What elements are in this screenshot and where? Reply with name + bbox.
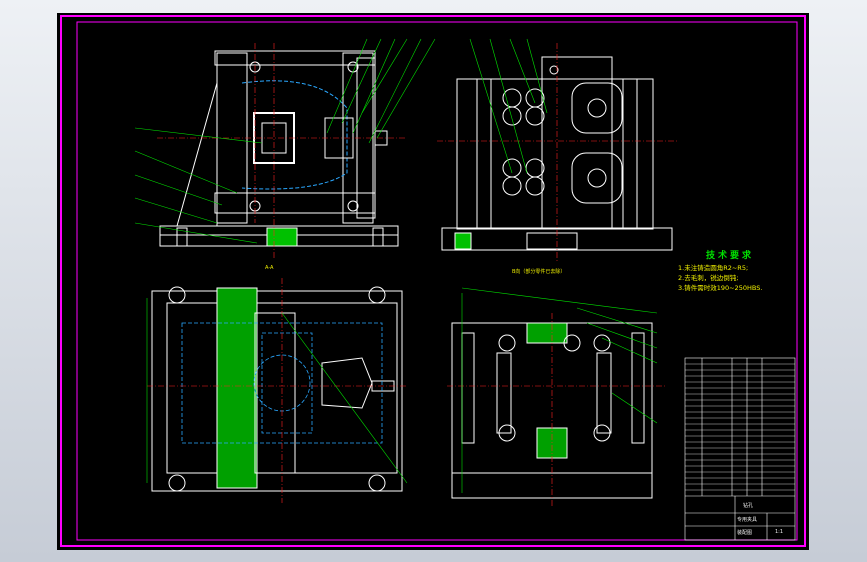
requirement-3: 3.铸件需时效190~250HBS.: [678, 284, 763, 292]
requirement-1: 1.未注铸造圆角R2~R5;: [678, 264, 749, 272]
front-leaders: [134, 38, 436, 244]
parts-list: [684, 357, 796, 541]
title-block-fixture: 专用夹具: [737, 517, 758, 523]
technical-requirements: 技术要求 1.未注铸造圆角R2~R5; 2.去毛刺，锐边倒钝; 3.铸件需时效1…: [678, 251, 828, 293]
plan-view: [151, 286, 403, 492]
technical-requirements-title: 技术要求: [706, 251, 755, 261]
parts-list-rows: [685, 363, 795, 491]
b-view-label: B向（部分零件已去除）: [512, 269, 566, 275]
drawing-sheet: 技术要求 1.未注铸造圆角R2~R5; 2.去毛刺，锐边倒钝; 3.铸件需时效1…: [57, 13, 809, 550]
side-leaders: [469, 38, 548, 174]
plan-leaders: [146, 298, 408, 484]
side-center-lines: [437, 43, 677, 263]
title-block-name: 钻孔: [743, 503, 754, 509]
section-label: A-A: [265, 265, 274, 271]
plan-center-lines: [147, 278, 407, 503]
cad-viewport: 技术要求 1.未注铸造圆角R2~R5; 2.去毛刺，锐边倒钝; 3.铸件需时效1…: [0, 0, 867, 562]
title-block-scale: 1:1: [775, 529, 784, 535]
title-block-type: 装配图: [737, 530, 753, 536]
requirement-2: 2.去毛刺，锐边倒钝;: [678, 274, 739, 282]
b-leaders: [461, 287, 658, 493]
